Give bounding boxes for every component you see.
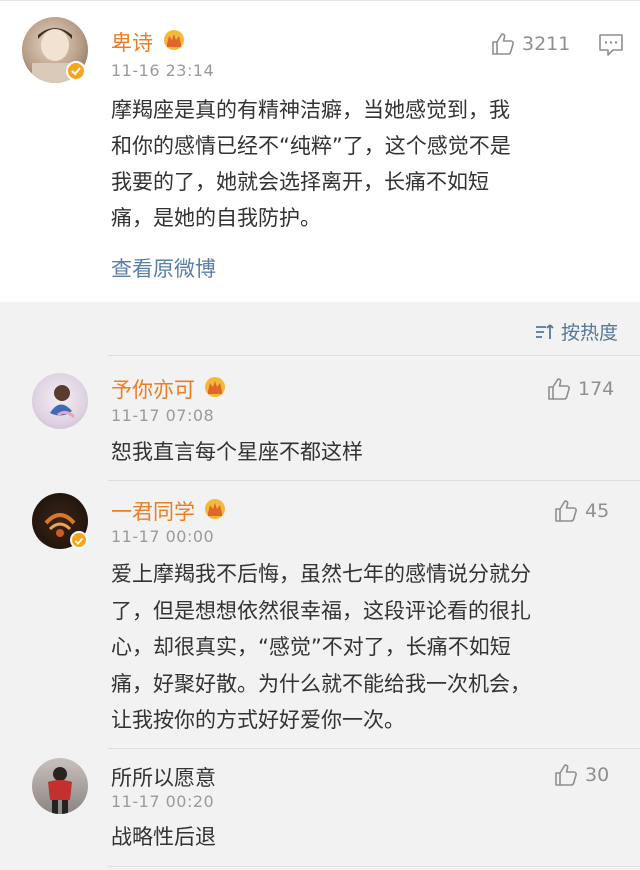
- comment-line: 爱上摩羯我不后悔，虽然七年的感情说分就分: [111, 562, 531, 586]
- timestamp: 11-16 23:14: [111, 61, 215, 80]
- divider: [108, 480, 640, 481]
- verified-badge-icon: [66, 61, 86, 81]
- thumbs-up-icon: [548, 378, 570, 400]
- comment-line: 恕我直言每个星座不都这样: [111, 440, 363, 464]
- like-button[interactable]: 3211: [490, 31, 570, 57]
- like-count: 45: [585, 500, 610, 522]
- comment-text: 爱上摩羯我不后悔，虽然七年的感情说分就分 了，但是想想依然很幸福，这段评论看的很…: [111, 556, 631, 739]
- original-comment-card: 卑诗 11-16 23:14 3211 摩羯座是真的有精神洁癖，当她感觉到，我 …: [0, 0, 640, 302]
- thumbs-up-icon: [555, 500, 577, 522]
- comment-text: 战略性后退: [111, 819, 621, 855]
- crown-badge-icon: [205, 499, 225, 519]
- thumbs-up-icon: [555, 764, 577, 786]
- crown-badge-icon: [164, 30, 184, 50]
- comment-line: 摩羯座是真的有精神洁癖，当她感觉到，我: [111, 98, 510, 122]
- username[interactable]: 一君同学: [111, 496, 195, 526]
- thumbs-up-icon: [492, 33, 514, 55]
- comment-line: 战略性后退: [111, 825, 216, 849]
- sort-icon: [535, 323, 554, 339]
- comment-text: 恕我直言每个星座不都这样: [111, 434, 621, 470]
- verified-badge-icon: [70, 531, 88, 549]
- comment-line: 心，却很真实，“感觉”不对了，长痛不如短: [111, 635, 511, 659]
- sort-label: 按热度: [560, 322, 618, 344]
- timestamp: 11-17 07:08: [111, 406, 215, 425]
- comment-line: 我要的了，她就会选择离开，长痛不如短: [111, 170, 489, 194]
- crown-badge-icon: [205, 377, 225, 397]
- like-count: 30: [585, 764, 610, 786]
- like-button[interactable]: 45: [553, 498, 609, 524]
- comment-line: 痛，是她的自我防护。: [111, 206, 321, 230]
- timestamp: 11-17 00:00: [111, 527, 215, 546]
- like-count: 3211: [522, 33, 571, 55]
- username[interactable]: 予你亦可: [111, 374, 195, 404]
- divider: [108, 866, 640, 867]
- view-original-link[interactable]: 查看原微博: [111, 253, 216, 283]
- username[interactable]: 所所以愿意: [111, 762, 216, 792]
- comment-icon[interactable]: [598, 33, 624, 57]
- comment-text: 摩羯座是真的有精神洁癖，当她感觉到，我 和你的感情已经不“纯粹”了，这个感觉不是…: [111, 92, 621, 236]
- avatar-yuniyike[interactable]: [32, 373, 88, 429]
- sort-by-hot-button[interactable]: 按热度: [535, 318, 618, 345]
- comment-line: 和你的感情已经不“纯粹”了，这个感觉不是: [111, 134, 511, 158]
- timestamp: 11-17 00:20: [111, 792, 215, 811]
- comment-line: 痛，好聚好散。为什么就不能给我一次机会，: [111, 671, 531, 696]
- like-button[interactable]: 174: [546, 376, 614, 402]
- like-count: 174: [578, 378, 615, 400]
- comment-line: 让我按你的方式好好爱你一次。: [111, 708, 405, 732]
- username[interactable]: 卑诗: [111, 27, 153, 57]
- avatar-suosuoyiyuanyi[interactable]: [32, 758, 88, 814]
- divider: [108, 355, 640, 356]
- divider: [108, 748, 640, 749]
- like-button[interactable]: 30: [553, 762, 609, 788]
- comment-line: 了，但是想想依然很幸福，这段评论看的很扎: [111, 598, 531, 623]
